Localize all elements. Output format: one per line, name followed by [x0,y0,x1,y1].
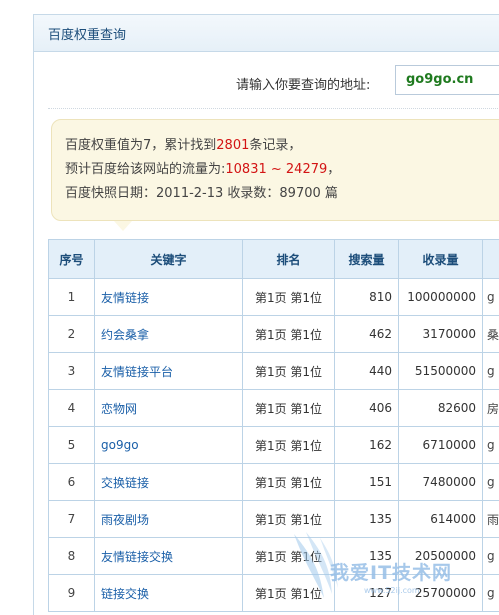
row-number: 5 [49,427,95,464]
summary-line-traffic: 预计百度给该网站的流量为:10831 ~ 24279， [65,158,499,182]
watermark-url: www.52ij.com [364,586,420,595]
col-header-keyword: 关键字 [95,240,243,279]
row-number: 9 [49,575,95,612]
keyword-link[interactable]: 友情链接 [95,279,243,316]
rank-cell: 第1页 第1位 [243,316,335,353]
query-panel: 百度权重查询 请输入你要查询的地址: go9go.cn 百度权重值为7，累计找到… [33,14,499,615]
keyword-link[interactable]: 雨夜剧场 [95,501,243,538]
indexed-count-cell: 6710000 [399,427,483,464]
row-number: 4 [49,390,95,427]
weight-text: 百度权重值为7，累计找到 [65,138,216,153]
divider [48,108,499,109]
panel-header: 百度权重查询 [34,15,499,52]
search-volume-cell: 810 [335,279,399,316]
table-row: 5 go9go 第1页 第1位 162 6710000 g [49,427,499,464]
extra-cell: g [483,279,499,316]
watermark-text: 我爱IT技术网 [330,558,452,585]
extra-cell: g [483,353,499,390]
row-number: 8 [49,538,95,575]
row-number: 7 [49,501,95,538]
row-number: 1 [49,279,95,316]
extra-cell: g [483,464,499,501]
search-volume-cell: 162 [335,427,399,464]
search-volume-cell: 462 [335,316,399,353]
search-volume-cell: 406 [335,390,399,427]
rank-cell: 第1页 第1位 [243,279,335,316]
info-box-pointer [114,221,132,231]
summary-line-weight: 百度权重值为7，累计找到2801条记录， [65,134,499,158]
panel-title: 百度权重查询 [48,24,126,43]
traffic-text: 预计百度给该网站的流量为: [65,162,225,177]
row-number: 3 [49,353,95,390]
keyword-link[interactable]: 友情链接平台 [95,353,243,390]
search-volume-cell: 151 [335,464,399,501]
indexed-count-cell: 7480000 [399,464,483,501]
search-volume-cell: 440 [335,353,399,390]
table-row: 1 友情链接 第1页 第1位 810 100000000 g [49,279,499,316]
col-header-indexed: 收录量 [399,240,483,279]
keyword-link[interactable]: 友情链接交换 [95,538,243,575]
col-header-search-volume: 搜索量 [335,240,399,279]
rank-cell: 第1页 第1位 [243,353,335,390]
row-number: 2 [49,316,95,353]
traffic-suffix: ， [327,162,340,177]
rank-cell: 第1页 第1位 [243,390,335,427]
result-summary-box: 百度权重值为7，累计找到2801条记录， 预计百度给该网站的流量为:10831 … [51,119,499,221]
row-number: 6 [49,464,95,501]
col-header-rank: 排名 [243,240,335,279]
table-row: 6 交换链接 第1页 第1位 151 7480000 g [49,464,499,501]
rank-cell: 第1页 第1位 [243,427,335,464]
extra-cell: 房 [483,390,499,427]
rank-cell: 第1页 第1位 [243,464,335,501]
url-input[interactable]: go9go.cn [395,65,499,95]
indexed-count-cell: 82600 [399,390,483,427]
extra-cell: g [483,427,499,464]
table-row: 2 约会桑拿 第1页 第1位 462 3170000 桑 [49,316,499,353]
col-header-extra [483,240,499,279]
keyword-link[interactable]: 交换链接 [95,464,243,501]
summary-line-snapshot: 百度快照日期：2011-2-13 收录数：89700 篇 [65,182,499,206]
table-header-row: 序号 关键字 排名 搜索量 收录量 [49,240,499,279]
traffic-range: 10831 ~ 24279 [225,162,327,177]
indexed-count-cell: 100000000 [399,279,483,316]
indexed-count-cell: 51500000 [399,353,483,390]
record-count: 2801 [216,138,249,153]
query-label: 请输入你要查询的地址: [236,74,370,93]
record-suffix: 条记录， [249,138,301,153]
table-row: 3 友情链接平台 第1页 第1位 440 51500000 g [49,353,499,390]
keyword-link[interactable]: 约会桑拿 [95,316,243,353]
indexed-count-cell: 3170000 [399,316,483,353]
keyword-link[interactable]: 恋物网 [95,390,243,427]
col-header-no: 序号 [49,240,95,279]
table-row: 4 恋物网 第1页 第1位 406 82600 房 [49,390,499,427]
extra-cell: 桑 [483,316,499,353]
keyword-link[interactable]: go9go [95,427,243,464]
keyword-link[interactable]: 链接交换 [95,575,243,612]
site-watermark: 我爱IT技术网 www.52ij.com [286,528,496,603]
query-row: 请输入你要查询的地址: go9go.cn [34,51,499,109]
